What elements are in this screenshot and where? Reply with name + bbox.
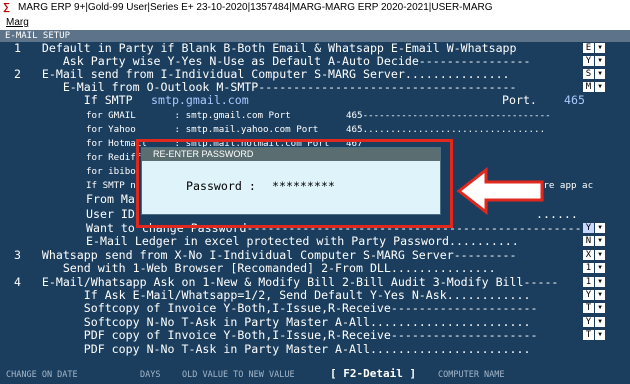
option-default-party[interactable]: E ▼ xyxy=(583,43,605,53)
password-label: Password : xyxy=(186,179,256,193)
app-logo-icon: ∑ xyxy=(3,2,11,13)
title-bar: ∑ MARG ERP 9+|Gold-99 User|Series E+ 23-… xyxy=(0,0,630,16)
port-label: Port. xyxy=(502,93,537,107)
chevron-down-icon[interactable]: ▼ xyxy=(595,69,605,79)
smtp-server-value[interactable]: smtp.gmail.com xyxy=(151,94,249,107)
option-ledger-excel[interactable]: N ▼ xyxy=(583,236,605,246)
option-email-from[interactable]: M ▼ xyxy=(583,82,605,92)
status-old-to-new: OLD VALUE TO NEW VALUE xyxy=(182,370,295,380)
chevron-down-icon[interactable]: ▼ xyxy=(595,82,605,92)
chevron-down-icon[interactable]: ▼ xyxy=(595,263,605,273)
smtp-note: If SMTP n xyxy=(86,180,136,191)
f2-detail-key[interactable]: [ F2-Detail ] xyxy=(330,367,436,381)
dialog-title-bar: RE-ENTER PASSWORD xyxy=(142,148,440,161)
option-ask-on[interactable]: 1 ▼ xyxy=(583,277,605,287)
status-change-on-date: CHANGE ON DATE xyxy=(6,370,78,380)
password-field[interactable]: ********* xyxy=(272,180,335,193)
chevron-down-icon[interactable]: ▼ xyxy=(595,290,605,300)
ledger-excel-label: E-Mail Ledger in excel protected with Pa… xyxy=(86,234,519,248)
option-whatsapp-send-from[interactable]: X ▼ xyxy=(583,250,605,260)
setting-pdf-invoice: PDF copy of Invoice Y-Both,I-Issue,R-Rec… xyxy=(0,328,538,342)
status-computer-name: COMPUTER NAME xyxy=(438,370,505,380)
setting-softcopy-invoice: Softcopy of Invoice Y-Both,I-Issue,R-Rec… xyxy=(0,301,538,315)
chevron-down-icon[interactable]: ▼ xyxy=(595,330,605,340)
chevron-down-icon[interactable]: ▼ xyxy=(595,303,605,313)
chevron-down-icon[interactable]: ▼ xyxy=(595,236,605,246)
chevron-down-icon[interactable]: ▼ xyxy=(595,317,605,327)
option-change-password[interactable]: Y ▼ xyxy=(583,223,605,233)
re-enter-password-dialog: RE-ENTER PASSWORD Password : ********* xyxy=(141,147,441,215)
window-title: MARG ERP 9+|Gold-99 User|Series E+ 23-10… xyxy=(18,2,493,13)
menu-bar: Marg xyxy=(0,16,630,30)
yahoo-hint: for Yahoo : smtp.mail.yahoo.com Port 465… xyxy=(86,124,546,135)
port-value[interactable]: 465 xyxy=(564,94,585,107)
from-mail-label: From Ma xyxy=(86,192,135,206)
menu-marg[interactable]: Marg xyxy=(6,16,29,30)
chevron-down-icon[interactable]: ▼ xyxy=(595,43,605,53)
option-send-with[interactable]: 1 ▼ xyxy=(583,263,605,273)
chevron-down-icon[interactable]: ▼ xyxy=(595,277,605,287)
user-id-label: User ID xyxy=(86,207,135,221)
chevron-down-icon[interactable]: ▼ xyxy=(595,223,605,233)
rediff-hint: for Rediff xyxy=(86,152,142,163)
setting-send-with: Send with 1-Web Browser [Recomanded] 2-F… xyxy=(0,261,496,275)
chevron-down-icon[interactable]: ▼ xyxy=(595,250,605,260)
option-send-default[interactable]: Y ▼ xyxy=(583,290,605,300)
option-softcopy-invoice[interactable]: T ▼ xyxy=(583,303,605,313)
option-ask-party[interactable]: Y ▼ xyxy=(583,56,605,66)
option-pdf-ask[interactable]: T ▼ xyxy=(583,330,605,340)
option-pdf-invoice[interactable]: Y ▼ xyxy=(583,317,605,327)
status-bar: CHANGE ON DATE DAYS OLD VALUE TO NEW VAL… xyxy=(0,366,630,384)
dialog-title: RE-ENTER PASSWORD xyxy=(153,149,254,159)
smtp-label: If SMTP xyxy=(0,93,140,107)
chevron-down-icon[interactable]: ▼ xyxy=(595,56,605,66)
setting-pdf-ask: PDF copy N-No T-Ask in Party Master A-Al… xyxy=(0,342,531,356)
status-days: DAYS xyxy=(140,370,161,380)
ibibo-hint: for ibibo xyxy=(86,166,136,177)
option-email-send-from[interactable]: S ▼ xyxy=(583,69,605,79)
arrow-left-icon xyxy=(456,167,544,215)
gmail-hint: for GMAIL : smtp.gmail.com Port 465-----… xyxy=(86,110,551,121)
